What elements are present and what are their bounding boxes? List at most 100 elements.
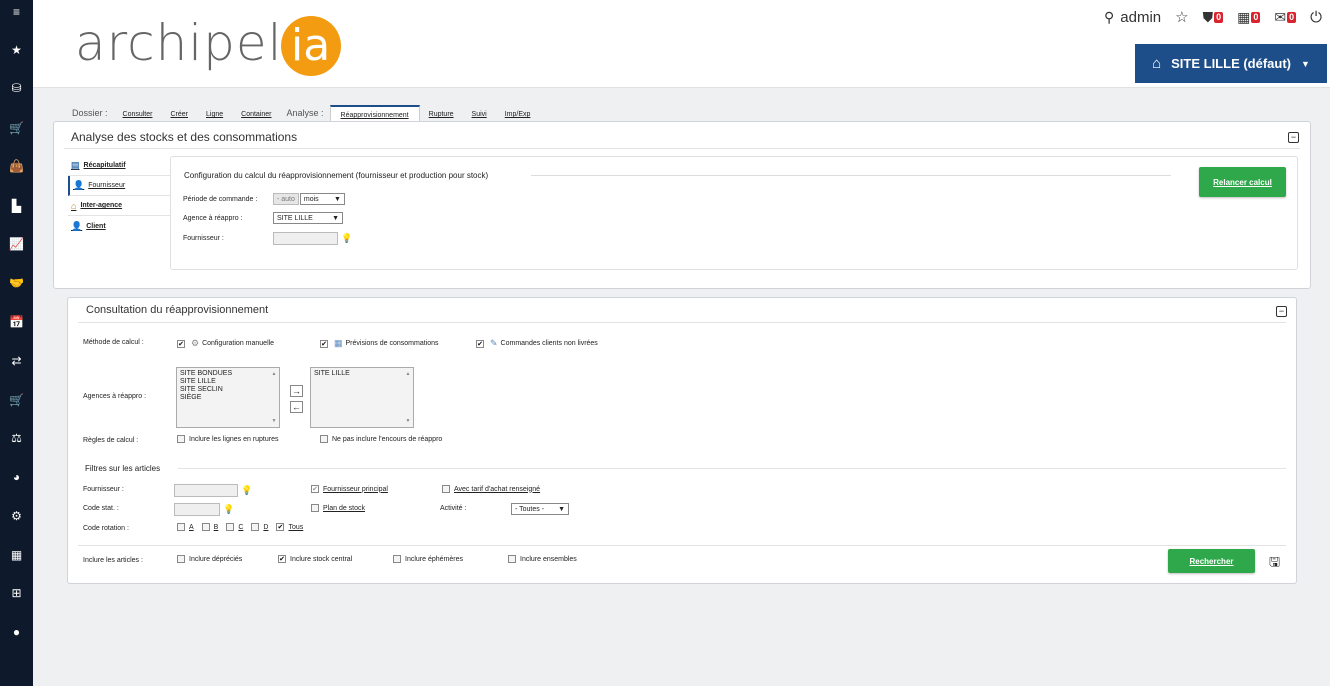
checkbox[interactable] <box>320 435 328 443</box>
side-menu-fournisseur[interactable]: 👤 Fournisseur <box>68 176 171 196</box>
list-item[interactable]: SITE LILLE <box>314 370 410 378</box>
logo[interactable]: archipel ia <box>75 8 341 78</box>
checkbox[interactable] <box>177 555 185 563</box>
checkbox[interactable] <box>226 523 235 531</box>
menu-icon[interactable]: ≡ <box>0 2 33 22</box>
methode-label: Méthode de calcul : <box>83 339 144 346</box>
fournisseur-row: Fournisseur : 💡 <box>183 232 352 245</box>
calendar-icon[interactable]: 📅 <box>0 312 33 332</box>
relancer-calcul-button[interactable]: Relancer calcul <box>1199 167 1286 197</box>
building-alerts[interactable]: ▦ 0 <box>1237 9 1261 26</box>
agences-selected-list[interactable]: SITE LILLE ▲ ▼ <box>310 367 414 428</box>
methode-commandes[interactable]: ✔ ✎ Commandes clients non livrées <box>476 338 598 349</box>
table-icon[interactable]: ⊞ <box>0 583 33 603</box>
user-menu[interactable]: ⚲ admin <box>1104 9 1161 26</box>
lightbulb-icon[interactable]: 💡 <box>223 504 234 515</box>
side-menu-inter-agence[interactable]: ⌂ Inter-agence <box>68 196 171 216</box>
collapse-icon[interactable]: − <box>1276 306 1287 317</box>
checkbox[interactable] <box>201 523 210 531</box>
checkbox[interactable] <box>442 485 450 493</box>
bag-icon[interactable]: 👜 <box>0 156 33 176</box>
agences-available-list[interactable]: SITE BONDUES SITE LILLE SITE SECLIN SIÈG… <box>176 367 280 428</box>
inclure-deprecies[interactable]: Inclure dépréciés <box>177 555 242 563</box>
checkbox[interactable]: ✔ <box>311 485 319 493</box>
inclure-stock-central[interactable]: ✔ Inclure stock central <box>278 555 352 563</box>
cart-alt-icon[interactable]: 🛒 <box>0 390 33 410</box>
power-icon[interactable]: ⏻ <box>1310 9 1322 26</box>
rotation-c[interactable]: C <box>226 523 243 531</box>
regle-ruptures[interactable]: Inclure les lignes en ruptures <box>177 435 279 443</box>
logo-text: archipel <box>75 14 283 72</box>
rotation-d[interactable]: D <box>251 523 268 531</box>
checkbox[interactable]: ✔ <box>320 339 328 348</box>
collapse-icon[interactable]: − <box>1288 132 1299 143</box>
gear-icon: ⚙ <box>191 338 200 348</box>
move-left-button[interactable]: ← <box>290 401 303 413</box>
caret-down-icon: ▼ <box>333 195 341 203</box>
exchange-icon[interactable]: ⇄ <box>0 351 33 371</box>
lightbulb-icon[interactable]: 💡 <box>241 485 252 496</box>
list-item[interactable]: SITE SECLIN <box>180 386 276 394</box>
inclure-ephemeres[interactable]: Inclure éphémères <box>393 555 463 563</box>
fournisseur-filter-input[interactable] <box>174 484 238 497</box>
periode-value: mois <box>303 195 319 203</box>
lightbulb-icon[interactable]: 💡 <box>341 233 352 244</box>
fournisseur-principal[interactable]: ✔ Fournisseur principal <box>311 485 388 493</box>
checkbox[interactable] <box>508 555 516 563</box>
regle-encours[interactable]: Ne pas inclure l'encours de réappro <box>320 435 442 443</box>
agence-select[interactable]: SITE LILLE ▼ <box>273 212 343 224</box>
mail-badge: 0 <box>1287 11 1297 23</box>
checkbox[interactable]: ✔ <box>276 523 285 531</box>
favorites-star-icon[interactable]: ☆ <box>1175 8 1188 26</box>
code-stat-input[interactable] <box>174 503 220 516</box>
rechercher-button[interactable]: Rechercher <box>1168 549 1255 573</box>
checkbox[interactable] <box>251 523 260 531</box>
list-item[interactable]: SIÈGE <box>180 394 276 402</box>
move-right-button[interactable]: → <box>290 385 303 397</box>
periode-select[interactable]: mois ▼ <box>299 193 345 205</box>
gear-icon[interactable]: ⚙ <box>0 506 33 526</box>
pie-chart-icon[interactable]: ◕ <box>0 467 33 487</box>
chart-line-icon[interactable]: 📈 <box>0 234 33 254</box>
site-selector-button[interactable]: ⌂ SITE LILLE (défaut) ▼ <box>1135 44 1327 83</box>
rotation-label: A <box>189 523 194 531</box>
methode-previsions[interactable]: ✔ ▦ Prévisions de consommations <box>320 338 439 349</box>
checkbox[interactable]: ✔ <box>278 555 286 563</box>
side-menu-recapitulatif[interactable]: ▤ Récapitulatif <box>68 156 171 176</box>
mail-alerts[interactable]: ✉ 0 <box>1274 9 1297 26</box>
save-icon[interactable]: 🖫 <box>1269 553 1280 575</box>
side-menu-client[interactable]: 👤 Client <box>68 216 171 236</box>
methode-manuelle[interactable]: ✔ ⚙ Configuration manuelle <box>177 338 274 349</box>
handshake-icon[interactable]: 🤝 <box>0 273 33 293</box>
factory-icon[interactable]: ▙ <box>0 196 33 216</box>
star-icon[interactable]: ★ <box>0 40 33 60</box>
inclure-ensembles[interactable]: Inclure ensembles <box>508 555 577 563</box>
user-circle-icon[interactable]: ● <box>0 622 33 642</box>
rotation-a[interactable]: A <box>177 523 194 531</box>
checkbox[interactable]: ✔ <box>177 339 185 348</box>
cart-icon[interactable]: 🛒 <box>0 118 33 138</box>
list-item[interactable]: SITE LILLE <box>180 378 276 386</box>
fournisseur-filter: 💡 <box>174 484 252 497</box>
scale-icon[interactable]: ⚖ <box>0 428 33 448</box>
activite-select[interactable]: - Toutes - ▼ <box>511 503 569 515</box>
scrollbar[interactable]: ▲ ▼ <box>271 370 277 425</box>
checkbox[interactable] <box>177 435 185 443</box>
scrollbar[interactable]: ▲ ▼ <box>405 370 411 425</box>
inclure-option-label: Inclure dépréciés <box>189 555 243 563</box>
building-icon[interactable]: ▦ <box>0 545 33 565</box>
shield-alerts[interactable]: ⛊ 0 <box>1203 9 1224 26</box>
agence-row: Agence à réappro : SITE LILLE ▼ <box>183 212 343 224</box>
periode-auto[interactable]: - auto <box>273 193 299 205</box>
checkbox[interactable] <box>393 555 401 563</box>
rotation-b[interactable]: B <box>201 523 218 531</box>
checkbox[interactable]: ✔ <box>476 339 484 348</box>
plan-de-stock[interactable]: Plan de stock <box>311 504 365 512</box>
rotation-tous[interactable]: ✔ Tous <box>276 523 303 531</box>
checkbox[interactable] <box>177 523 185 531</box>
avec-tarif[interactable]: Avec tarif d'achat renseigné <box>442 485 540 493</box>
fournisseur-input[interactable] <box>273 232 338 245</box>
database-icon[interactable]: ⛁ <box>0 78 33 98</box>
checkbox[interactable] <box>311 504 319 512</box>
list-item[interactable]: SITE BONDUES <box>180 370 276 378</box>
